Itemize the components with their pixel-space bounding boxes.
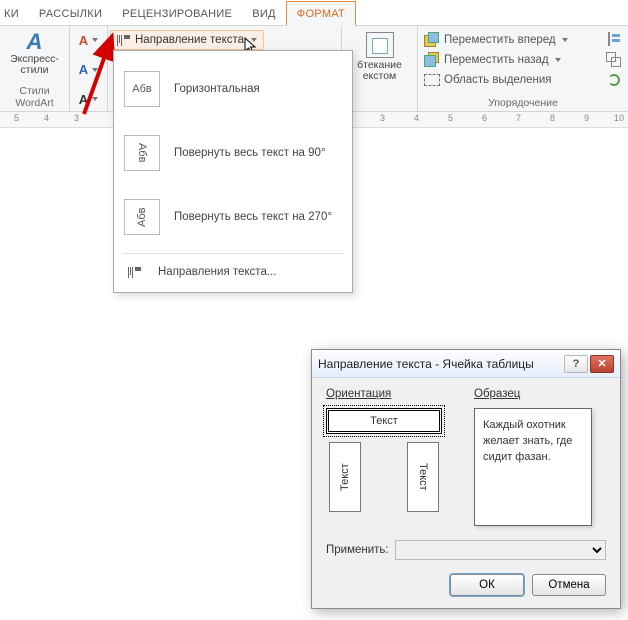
selection-pane-button[interactable]: Область выделения	[424, 70, 622, 90]
rotate-90-icon: Абв	[124, 135, 160, 171]
sample-preview: Каждый охотник желает знать, где сидит ф…	[474, 408, 592, 526]
text-direction-small-icon	[124, 264, 144, 280]
group-text-fill-outline: A A A	[70, 26, 108, 111]
menu-item-more-directions-label: Направления текста...	[158, 266, 276, 278]
wrap-text-button[interactable]: бтеканиеекстом	[348, 32, 411, 82]
rotate-icon[interactable]	[608, 74, 620, 86]
tab-mailings[interactable]: РАССЫЛКИ	[29, 2, 112, 25]
apply-to-select[interactable]	[395, 540, 606, 560]
bring-forward-icon	[424, 32, 440, 48]
dialog-help-button[interactable]: ?	[564, 355, 588, 373]
selection-pane-icon	[424, 72, 440, 88]
rotate-270-icon: Абв	[124, 199, 160, 235]
sample-panel: Образец Каждый охотник желает знать, где…	[474, 388, 592, 526]
chevron-down-icon	[92, 97, 98, 101]
tab-partial[interactable]: КИ	[0, 2, 29, 25]
menu-item-rotate-90[interactable]: Абв Повернуть весь текст на 90°	[114, 121, 352, 185]
wordart-quick-styles-button[interactable]: A Экспресс-стили	[6, 32, 63, 76]
bring-forward-button[interactable]: Переместить вперед	[424, 30, 622, 50]
text-effects-button[interactable]: A	[79, 89, 98, 109]
menu-item-more-directions[interactable]: Направления текста...	[114, 258, 352, 286]
menu-item-rotate-270-label: Повернуть весь текст на 270°	[174, 211, 332, 223]
wrap-text-icon	[366, 32, 394, 58]
orientation-panel: Ориентация Текст Текст Текст	[326, 388, 456, 526]
dialog-cancel-button[interactable]: Отмена	[532, 574, 606, 596]
apply-to-label: Применить:	[326, 544, 389, 556]
send-backward-button[interactable]: Переместить назад	[424, 50, 622, 70]
align-icon[interactable]	[606, 32, 622, 48]
ribbon-tabs: КИ РАССЫЛКИ РЕЦЕНЗИРОВАНИЕ ВИД ФОРМАТ	[0, 0, 628, 26]
selection-pane-label: Область выделения	[444, 74, 552, 86]
orientation-option-vertical-down[interactable]: Текст	[407, 442, 439, 512]
horizontal-text-icon: Абв	[124, 71, 160, 107]
tab-view[interactable]: ВИД	[242, 2, 286, 25]
text-direction-menu: Абв Горизонтальная Абв Повернуть весь те…	[113, 50, 353, 293]
dialog-ok-button[interactable]: ОК	[450, 574, 524, 596]
text-outline-icon: A	[79, 62, 88, 77]
tab-review[interactable]: РЕЦЕНЗИРОВАНИЕ	[112, 2, 242, 25]
text-fill-icon: A	[79, 33, 88, 48]
text-direction-label: Направление текста	[135, 34, 244, 46]
group-label-arrange: Упорядочение	[424, 95, 622, 109]
orientation-heading: Ориентация	[326, 388, 456, 400]
menu-separator	[122, 253, 344, 254]
send-backward-icon	[424, 52, 440, 68]
dialog-close-button[interactable]: ✕	[590, 355, 614, 373]
send-backward-label: Переместить назад	[444, 54, 549, 66]
orientation-option-vertical-up[interactable]: Текст	[329, 442, 361, 512]
text-effects-icon: A	[79, 92, 88, 107]
group-wordart-styles: A Экспресс-стили Стили WordArt	[0, 26, 70, 111]
wrap-text-label: бтеканиеекстом	[357, 60, 402, 82]
orientation-option-horizontal[interactable]: Текст	[326, 408, 442, 434]
menu-item-rotate-270[interactable]: Абв Повернуть весь текст на 270°	[114, 185, 352, 249]
text-outline-button[interactable]: A	[79, 60, 98, 80]
group-objects-icon[interactable]	[606, 52, 622, 68]
chevron-down-icon	[251, 38, 257, 42]
dialog-title: Направление текста - Ячейка таблицы	[318, 357, 534, 371]
chevron-down-icon	[562, 38, 568, 42]
wordart-icon: A	[27, 32, 43, 52]
menu-item-horizontal[interactable]: Абв Горизонтальная	[114, 57, 352, 121]
sample-heading: Образец	[474, 388, 592, 400]
group-label-wordart: Стили WordArt	[6, 83, 63, 109]
group-arrange: Переместить вперед Переместить назад Обл…	[418, 26, 628, 111]
tab-format[interactable]: ФОРМАТ	[286, 1, 356, 26]
menu-item-horizontal-label: Горизонтальная	[174, 83, 260, 95]
text-direction-icon	[117, 35, 130, 46]
text-direction-dialog: Направление текста - Ячейка таблицы ? ✕ …	[311, 349, 621, 609]
group-wrap: бтеканиеекстом	[342, 26, 418, 111]
chevron-down-icon	[555, 58, 561, 62]
wordart-quick-styles-label: Экспресс-стили	[10, 54, 59, 76]
bring-forward-label: Переместить вперед	[444, 34, 556, 46]
menu-item-rotate-90-label: Повернуть весь текст на 90°	[174, 147, 326, 159]
text-fill-button[interactable]: A	[79, 30, 98, 50]
chevron-down-icon	[92, 38, 98, 42]
dialog-titlebar[interactable]: Направление текста - Ячейка таблицы ? ✕	[312, 350, 620, 378]
chevron-down-icon	[92, 68, 98, 72]
text-direction-button[interactable]: Направление текста	[110, 30, 264, 50]
